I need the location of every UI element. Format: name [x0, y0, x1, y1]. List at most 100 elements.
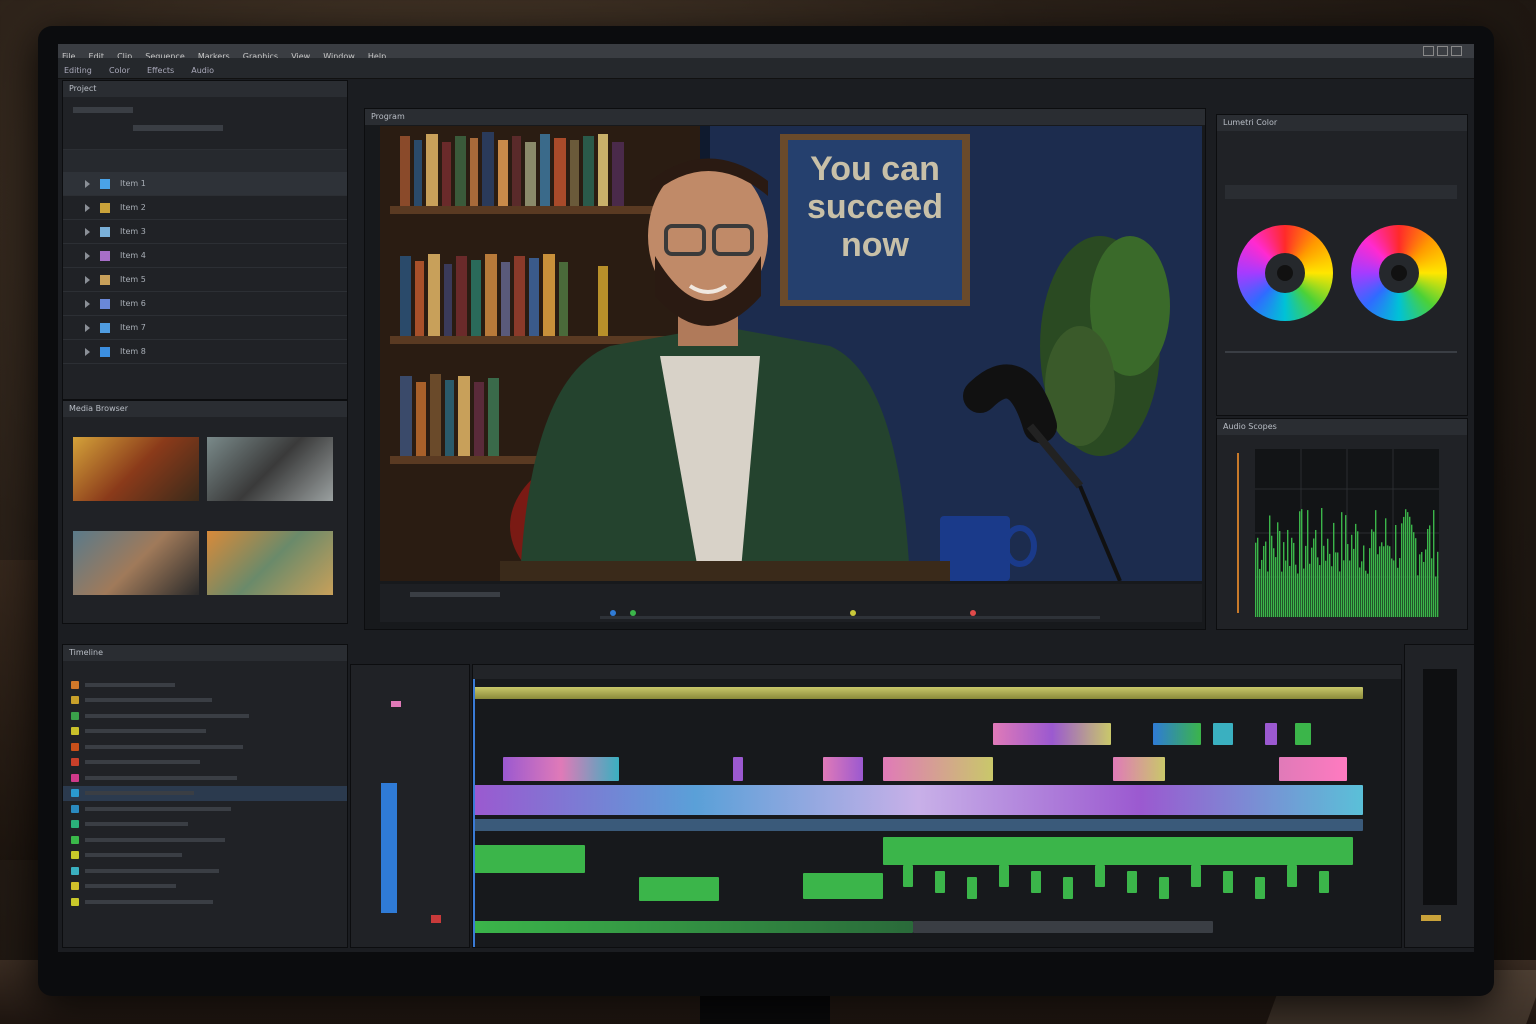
video-clip[interactable]: [1265, 723, 1277, 745]
project-item[interactable]: Item 1: [63, 172, 347, 196]
audio-clip[interactable]: [1095, 865, 1105, 887]
media-thumbnail[interactable]: [207, 531, 333, 595]
video-track-main[interactable]: [473, 785, 1363, 815]
audio-clip[interactable]: [935, 871, 945, 893]
sequence-row[interactable]: [63, 863, 347, 879]
video-clip[interactable]: [1279, 757, 1347, 781]
sequence-row[interactable]: [63, 785, 347, 801]
waveform-bar: [1361, 561, 1363, 617]
video-clip[interactable]: [1153, 723, 1201, 745]
workspace-tab-audio[interactable]: Audio: [191, 66, 214, 75]
video-clip[interactable]: [993, 723, 1111, 745]
track-lock-icon[interactable]: [391, 701, 401, 707]
video-clip[interactable]: [1213, 723, 1233, 745]
video-clip[interactable]: [823, 757, 863, 781]
project-item[interactable]: Item 3: [63, 220, 347, 244]
wheel-slider[interactable]: [1225, 351, 1457, 353]
project-item[interactable]: Item 4: [63, 244, 347, 268]
shadows-color-wheel[interactable]: [1237, 225, 1333, 321]
video-clip[interactable]: [503, 757, 619, 781]
step-button[interactable]: [630, 610, 636, 616]
sequence-row[interactable]: [63, 693, 347, 709]
expand-icon[interactable]: [85, 323, 90, 332]
project-item[interactable]: Item 2: [63, 196, 347, 220]
audio-clip[interactable]: [1127, 871, 1137, 893]
minimize-button[interactable]: [1423, 46, 1434, 56]
audio-clip[interactable]: [913, 921, 1213, 933]
sequence-row[interactable]: [63, 832, 347, 848]
expand-icon[interactable]: [85, 179, 90, 188]
video-track-lower[interactable]: [473, 819, 1363, 831]
audio-clip[interactable]: [1191, 865, 1201, 887]
play-button[interactable]: [610, 610, 616, 616]
expand-icon[interactable]: [85, 203, 90, 212]
workspace-tab-color[interactable]: Color: [109, 66, 130, 75]
sequence-row[interactable]: [63, 755, 347, 771]
maximize-button[interactable]: [1437, 46, 1448, 56]
audio-clip[interactable]: [967, 877, 977, 899]
mark-button[interactable]: [850, 610, 856, 616]
audio-clip[interactable]: [1159, 877, 1169, 899]
waveform-bar: [1403, 516, 1405, 617]
track-target-selector[interactable]: [381, 783, 397, 913]
audio-clip[interactable]: [473, 921, 913, 933]
color-label-icon: [71, 820, 79, 829]
project-item[interactable]: Item 6: [63, 292, 347, 316]
close-button[interactable]: [1451, 46, 1462, 56]
project-search[interactable]: [73, 107, 133, 113]
waveform-bar: [1417, 575, 1419, 617]
record-button[interactable]: [970, 610, 976, 616]
record-track-icon[interactable]: [431, 915, 441, 923]
waveform-bar: [1435, 576, 1437, 617]
expand-icon[interactable]: [85, 299, 90, 308]
sequence-row[interactable]: [63, 848, 347, 864]
sequence-row[interactable]: [63, 770, 347, 786]
workspace-tab-editing[interactable]: Editing: [64, 66, 92, 75]
sequence-row[interactable]: [63, 817, 347, 833]
timecode-display[interactable]: [410, 592, 500, 597]
sequence-row[interactable]: [63, 677, 347, 693]
media-thumbnail[interactable]: [73, 437, 199, 501]
video-frame-scene: You can succeed now: [380, 126, 1202, 581]
audio-clip[interactable]: [473, 845, 585, 873]
audio-clip[interactable]: [1031, 871, 1041, 893]
sequence-row[interactable]: [63, 739, 347, 755]
media-thumbnail[interactable]: [73, 531, 199, 595]
viewer-scrubber[interactable]: [600, 616, 1100, 619]
highlights-color-wheel[interactable]: [1351, 225, 1447, 321]
sequence-row[interactable]: [63, 894, 347, 910]
project-item[interactable]: Item 8: [63, 340, 347, 364]
program-video-frame[interactable]: You can succeed now: [380, 126, 1202, 581]
audio-clip[interactable]: [1223, 871, 1233, 893]
sequence-row[interactable]: [63, 724, 347, 740]
video-clip[interactable]: [1113, 757, 1165, 781]
waveform-bar: [1413, 532, 1415, 617]
audio-clip[interactable]: [1319, 871, 1329, 893]
expand-icon[interactable]: [85, 251, 90, 260]
playhead[interactable]: [473, 679, 475, 947]
sequence-row[interactable]: [63, 801, 347, 817]
title-track-clip[interactable]: [473, 687, 1363, 699]
audio-clip[interactable]: [803, 873, 883, 899]
video-clip[interactable]: [1295, 723, 1311, 745]
video-clip[interactable]: [883, 757, 993, 781]
project-item[interactable]: Item 5: [63, 268, 347, 292]
sequence-row[interactable]: [63, 879, 347, 895]
audio-clip[interactable]: [883, 837, 1353, 865]
audio-clip[interactable]: [999, 865, 1009, 887]
workspace-tab-effects[interactable]: Effects: [147, 66, 174, 75]
audio-clip[interactable]: [1255, 877, 1265, 899]
audio-clip[interactable]: [903, 865, 913, 887]
sequence-row[interactable]: [63, 708, 347, 724]
media-thumbnail[interactable]: [207, 437, 333, 501]
color-section-header[interactable]: [1225, 185, 1457, 199]
expand-icon[interactable]: [85, 347, 90, 356]
expand-icon[interactable]: [85, 275, 90, 284]
audio-clip[interactable]: [639, 877, 719, 901]
project-item[interactable]: Item 7: [63, 316, 347, 340]
audio-clip[interactable]: [1287, 865, 1297, 887]
audio-clip[interactable]: [1063, 877, 1073, 899]
video-clip[interactable]: [733, 757, 743, 781]
expand-icon[interactable]: [85, 227, 90, 236]
project-filter[interactable]: [133, 125, 223, 131]
